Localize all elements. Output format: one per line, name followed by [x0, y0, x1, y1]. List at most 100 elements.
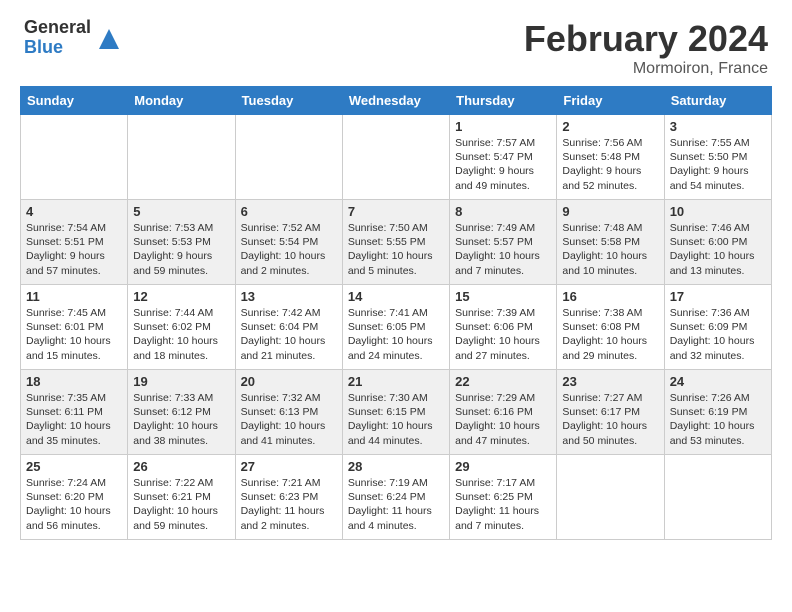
table-row: [664, 455, 771, 540]
table-row: 15 Sunrise: 7:39 AM Sunset: 6:06 PM Dayli…: [450, 285, 557, 370]
header-row: Sunday Monday Tuesday Wednesday Thursday…: [21, 87, 772, 115]
table-row: 16 Sunrise: 7:38 AM Sunset: 6:08 PM Dayli…: [557, 285, 664, 370]
day-info: Sunrise: 7:38 AM Sunset: 6:08 PM Dayligh…: [562, 306, 658, 363]
day-number: 16: [562, 289, 658, 304]
day-info: Sunrise: 7:35 AM Sunset: 6:11 PM Dayligh…: [26, 391, 122, 448]
day-number: 12: [133, 289, 229, 304]
day-info: Sunrise: 7:27 AM Sunset: 6:17 PM Dayligh…: [562, 391, 658, 448]
table-row: 25 Sunrise: 7:24 AM Sunset: 6:20 PM Dayli…: [21, 455, 128, 540]
table-row: 22 Sunrise: 7:29 AM Sunset: 6:16 PM Dayli…: [450, 370, 557, 455]
table-row: 5 Sunrise: 7:53 AM Sunset: 5:53 PM Daylig…: [128, 200, 235, 285]
day-info: Sunrise: 7:55 AM Sunset: 5:50 PM Dayligh…: [670, 136, 766, 193]
day-info: Sunrise: 7:21 AM Sunset: 6:23 PM Dayligh…: [241, 476, 337, 533]
table-row: 7 Sunrise: 7:50 AM Sunset: 5:55 PM Daylig…: [342, 200, 449, 285]
table-row: 2 Sunrise: 7:56 AM Sunset: 5:48 PM Daylig…: [557, 115, 664, 200]
col-thursday: Thursday: [450, 87, 557, 115]
logo: General Blue: [24, 18, 124, 58]
day-info: Sunrise: 7:32 AM Sunset: 6:13 PM Dayligh…: [241, 391, 337, 448]
table-row: [557, 455, 664, 540]
table-row: 29 Sunrise: 7:17 AM Sunset: 6:25 PM Dayli…: [450, 455, 557, 540]
logo-icon: [94, 24, 124, 54]
table-row: 13 Sunrise: 7:42 AM Sunset: 6:04 PM Dayli…: [235, 285, 342, 370]
table-row: 17Sunrise: 7:36 AM Sunset: 6:09 PM Dayli…: [664, 285, 771, 370]
day-info: Sunrise: 7:17 AM Sunset: 6:25 PM Dayligh…: [455, 476, 551, 533]
col-tuesday: Tuesday: [235, 87, 342, 115]
col-sunday: Sunday: [21, 87, 128, 115]
day-number: 3: [670, 119, 766, 134]
table-row: 24 Sunrise: 7:26 AM Sunset: 6:19 PM Dayli…: [664, 370, 771, 455]
logo-general: General: [24, 18, 91, 38]
day-number: 14: [348, 289, 444, 304]
page-header: General Blue February 2024 Mormoiron, Fr…: [0, 0, 792, 86]
day-info: Sunrise: 7:44 AM Sunset: 6:02 PM Dayligh…: [133, 306, 229, 363]
day-info: Sunrise: 7:46 AM Sunset: 6:00 PM Dayligh…: [670, 221, 766, 278]
day-number: 15: [455, 289, 551, 304]
day-number: 7: [348, 204, 444, 219]
table-row: 9Sunrise: 7:48 AM Sunset: 5:58 PM Daylig…: [557, 200, 664, 285]
day-info: Sunrise: 7:26 AM Sunset: 6:19 PM Dayligh…: [670, 391, 766, 448]
day-number: 11: [26, 289, 122, 304]
table-row: 14 Sunrise: 7:41 AM Sunset: 6:05 PM Dayli…: [342, 285, 449, 370]
col-wednesday: Wednesday: [342, 87, 449, 115]
day-number: 8: [455, 204, 551, 219]
day-info: Sunrise: 7:24 AM Sunset: 6:20 PM Dayligh…: [26, 476, 122, 533]
logo-blue: Blue: [24, 38, 91, 58]
table-row: 11 Sunrise: 7:45 AM Sunset: 6:01 PM Dayli…: [21, 285, 128, 370]
day-info: Sunrise: 7:42 AM Sunset: 6:04 PM Dayligh…: [241, 306, 337, 363]
table-row: [342, 115, 449, 200]
calendar-container: Sunday Monday Tuesday Wednesday Thursday…: [0, 86, 792, 550]
table-row: 23Sunrise: 7:27 AM Sunset: 6:17 PM Dayli…: [557, 370, 664, 455]
table-row: 12 Sunrise: 7:44 AM Sunset: 6:02 PM Dayli…: [128, 285, 235, 370]
day-info: Sunrise: 7:52 AM Sunset: 5:54 PM Dayligh…: [241, 221, 337, 278]
day-number: 21: [348, 374, 444, 389]
table-row: 1Sunrise: 7:57 AM Sunset: 5:47 PM Daylig…: [450, 115, 557, 200]
day-info: Sunrise: 7:22 AM Sunset: 6:21 PM Dayligh…: [133, 476, 229, 533]
day-info: Sunrise: 7:33 AM Sunset: 6:12 PM Dayligh…: [133, 391, 229, 448]
day-number: 24: [670, 374, 766, 389]
day-info: Sunrise: 7:29 AM Sunset: 6:16 PM Dayligh…: [455, 391, 551, 448]
table-row: 20 Sunrise: 7:32 AM Sunset: 6:13 PM Dayli…: [235, 370, 342, 455]
day-number: 5: [133, 204, 229, 219]
calendar-week-row: 4Sunrise: 7:54 AM Sunset: 5:51 PM Daylig…: [21, 200, 772, 285]
day-info: Sunrise: 7:56 AM Sunset: 5:48 PM Dayligh…: [562, 136, 658, 193]
table-row: 4Sunrise: 7:54 AM Sunset: 5:51 PM Daylig…: [21, 200, 128, 285]
day-number: 22: [455, 374, 551, 389]
day-info: Sunrise: 7:50 AM Sunset: 5:55 PM Dayligh…: [348, 221, 444, 278]
table-row: 27 Sunrise: 7:21 AM Sunset: 6:23 PM Dayli…: [235, 455, 342, 540]
day-number: 25: [26, 459, 122, 474]
day-info: Sunrise: 7:41 AM Sunset: 6:05 PM Dayligh…: [348, 306, 444, 363]
table-row: 3 Sunrise: 7:55 AM Sunset: 5:50 PM Daylig…: [664, 115, 771, 200]
calendar-week-row: 25 Sunrise: 7:24 AM Sunset: 6:20 PM Dayli…: [21, 455, 772, 540]
calendar-table: Sunday Monday Tuesday Wednesday Thursday…: [20, 86, 772, 540]
calendar-week-row: 1Sunrise: 7:57 AM Sunset: 5:47 PM Daylig…: [21, 115, 772, 200]
day-number: 26: [133, 459, 229, 474]
table-row: 10 Sunrise: 7:46 AM Sunset: 6:00 PM Dayli…: [664, 200, 771, 285]
title-block: February 2024 Mormoiron, France: [524, 18, 768, 78]
day-number: 29: [455, 459, 551, 474]
day-info: Sunrise: 7:30 AM Sunset: 6:15 PM Dayligh…: [348, 391, 444, 448]
day-info: Sunrise: 7:19 AM Sunset: 6:24 PM Dayligh…: [348, 476, 444, 533]
table-row: 18Sunrise: 7:35 AM Sunset: 6:11 PM Dayli…: [21, 370, 128, 455]
day-info: Sunrise: 7:45 AM Sunset: 6:01 PM Dayligh…: [26, 306, 122, 363]
table-row: 19Sunrise: 7:33 AM Sunset: 6:12 PM Dayli…: [128, 370, 235, 455]
table-row: 21 Sunrise: 7:30 AM Sunset: 6:15 PM Dayli…: [342, 370, 449, 455]
day-info: Sunrise: 7:39 AM Sunset: 6:06 PM Dayligh…: [455, 306, 551, 363]
table-row: 26 Sunrise: 7:22 AM Sunset: 6:21 PM Dayli…: [128, 455, 235, 540]
table-row: 28Sunrise: 7:19 AM Sunset: 6:24 PM Dayli…: [342, 455, 449, 540]
calendar-week-row: 11 Sunrise: 7:45 AM Sunset: 6:01 PM Dayli…: [21, 285, 772, 370]
day-number: 20: [241, 374, 337, 389]
calendar-location: Mormoiron, France: [524, 60, 768, 78]
col-monday: Monday: [128, 87, 235, 115]
table-row: [21, 115, 128, 200]
day-number: 13: [241, 289, 337, 304]
day-number: 10: [670, 204, 766, 219]
table-row: 6 Sunrise: 7:52 AM Sunset: 5:54 PM Daylig…: [235, 200, 342, 285]
day-info: Sunrise: 7:53 AM Sunset: 5:53 PM Dayligh…: [133, 221, 229, 278]
logo-text: General Blue: [24, 18, 91, 58]
day-number: 6: [241, 204, 337, 219]
day-number: 27: [241, 459, 337, 474]
col-saturday: Saturday: [664, 87, 771, 115]
day-number: 2: [562, 119, 658, 134]
table-row: [128, 115, 235, 200]
table-row: 8Sunrise: 7:49 AM Sunset: 5:57 PM Daylig…: [450, 200, 557, 285]
